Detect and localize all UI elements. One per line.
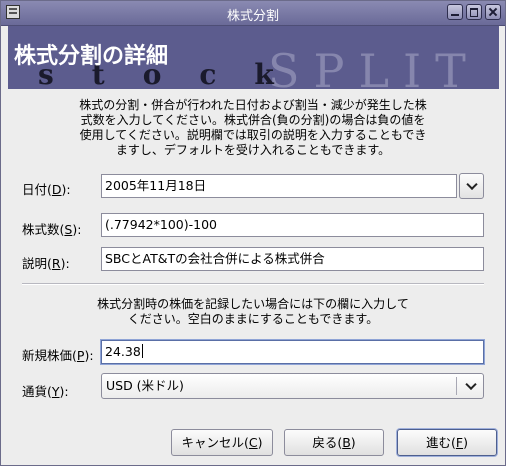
instructions-line: 式数を入力してください。株式併合(負の分割)の場合は負の値を (80, 113, 426, 127)
title-bar[interactable]: 株式分割 (1, 1, 505, 26)
instructions-line: ますし、デフォルトを受け入れることもできます。 (115, 143, 391, 157)
price-value: 24.38 (105, 344, 141, 359)
minimize-button[interactable] (447, 4, 463, 20)
instructions-line: 株式の分割・併合が行われた日付および割当・減少が発生した株 (79, 98, 427, 112)
currency-selected-value: USD (米ドル) (106, 378, 184, 393)
price-instructions-text: 株式分割時の株価を記録したい場合には下の欄に入力して ください。空白のままにする… (31, 297, 475, 327)
window-title: 株式分割 (226, 9, 279, 24)
combo-divider (456, 377, 457, 395)
date-label: 日付(D): (22, 182, 71, 197)
chevron-down-icon (465, 178, 478, 191)
cancel-button[interactable]: キャンセル(C) (171, 429, 273, 456)
price-label: 新規株価(P): (22, 348, 94, 363)
header-banner: SPLIT stock 株式分割の詳細 (8, 26, 499, 89)
instructions-text: 株式の分割・併合が行われた日付および割当・減少が発生した株 式数を入力してくださ… (31, 98, 475, 158)
instructions-line: ください。空白のままにすることもできます。 (127, 312, 379, 326)
page-title: 株式分割の詳細 (14, 44, 169, 69)
currency-label: 通貨(Y): (22, 384, 69, 399)
text-caret (141, 344, 143, 358)
calendar-dropdown-button[interactable] (459, 173, 484, 199)
currency-select[interactable]: USD (米ドル) (101, 373, 484, 399)
memo-input[interactable]: SBCとAT&Tの会社合併による株式併合 (101, 247, 484, 271)
close-button[interactable] (485, 4, 501, 20)
date-input[interactable]: 2005年11月18日 (101, 174, 457, 198)
memo-label: 説明(R): (22, 256, 70, 271)
back-button[interactable]: 戻る(B) (284, 429, 384, 456)
section-divider (22, 283, 484, 285)
price-input[interactable]: 24.38 (100, 339, 485, 365)
forward-button[interactable]: 進む(F) (397, 429, 497, 456)
shares-input[interactable]: (.77942*100)-100 (101, 213, 484, 237)
instructions-line: 株式分割時の株価を記録したい場合には下の欄に入力して (97, 297, 409, 311)
stock-split-dialog: 株式分割 SPLIT stock 株式分割の詳細 株式の分割・併合が行われた日付… (0, 0, 506, 466)
instructions-line: 使用してください。説明欄では取引の説明を入力することもでき (79, 128, 427, 142)
chevron-down-icon (465, 378, 477, 391)
maximize-button[interactable] (466, 4, 482, 20)
shares-label: 株式数(S): (22, 222, 82, 237)
